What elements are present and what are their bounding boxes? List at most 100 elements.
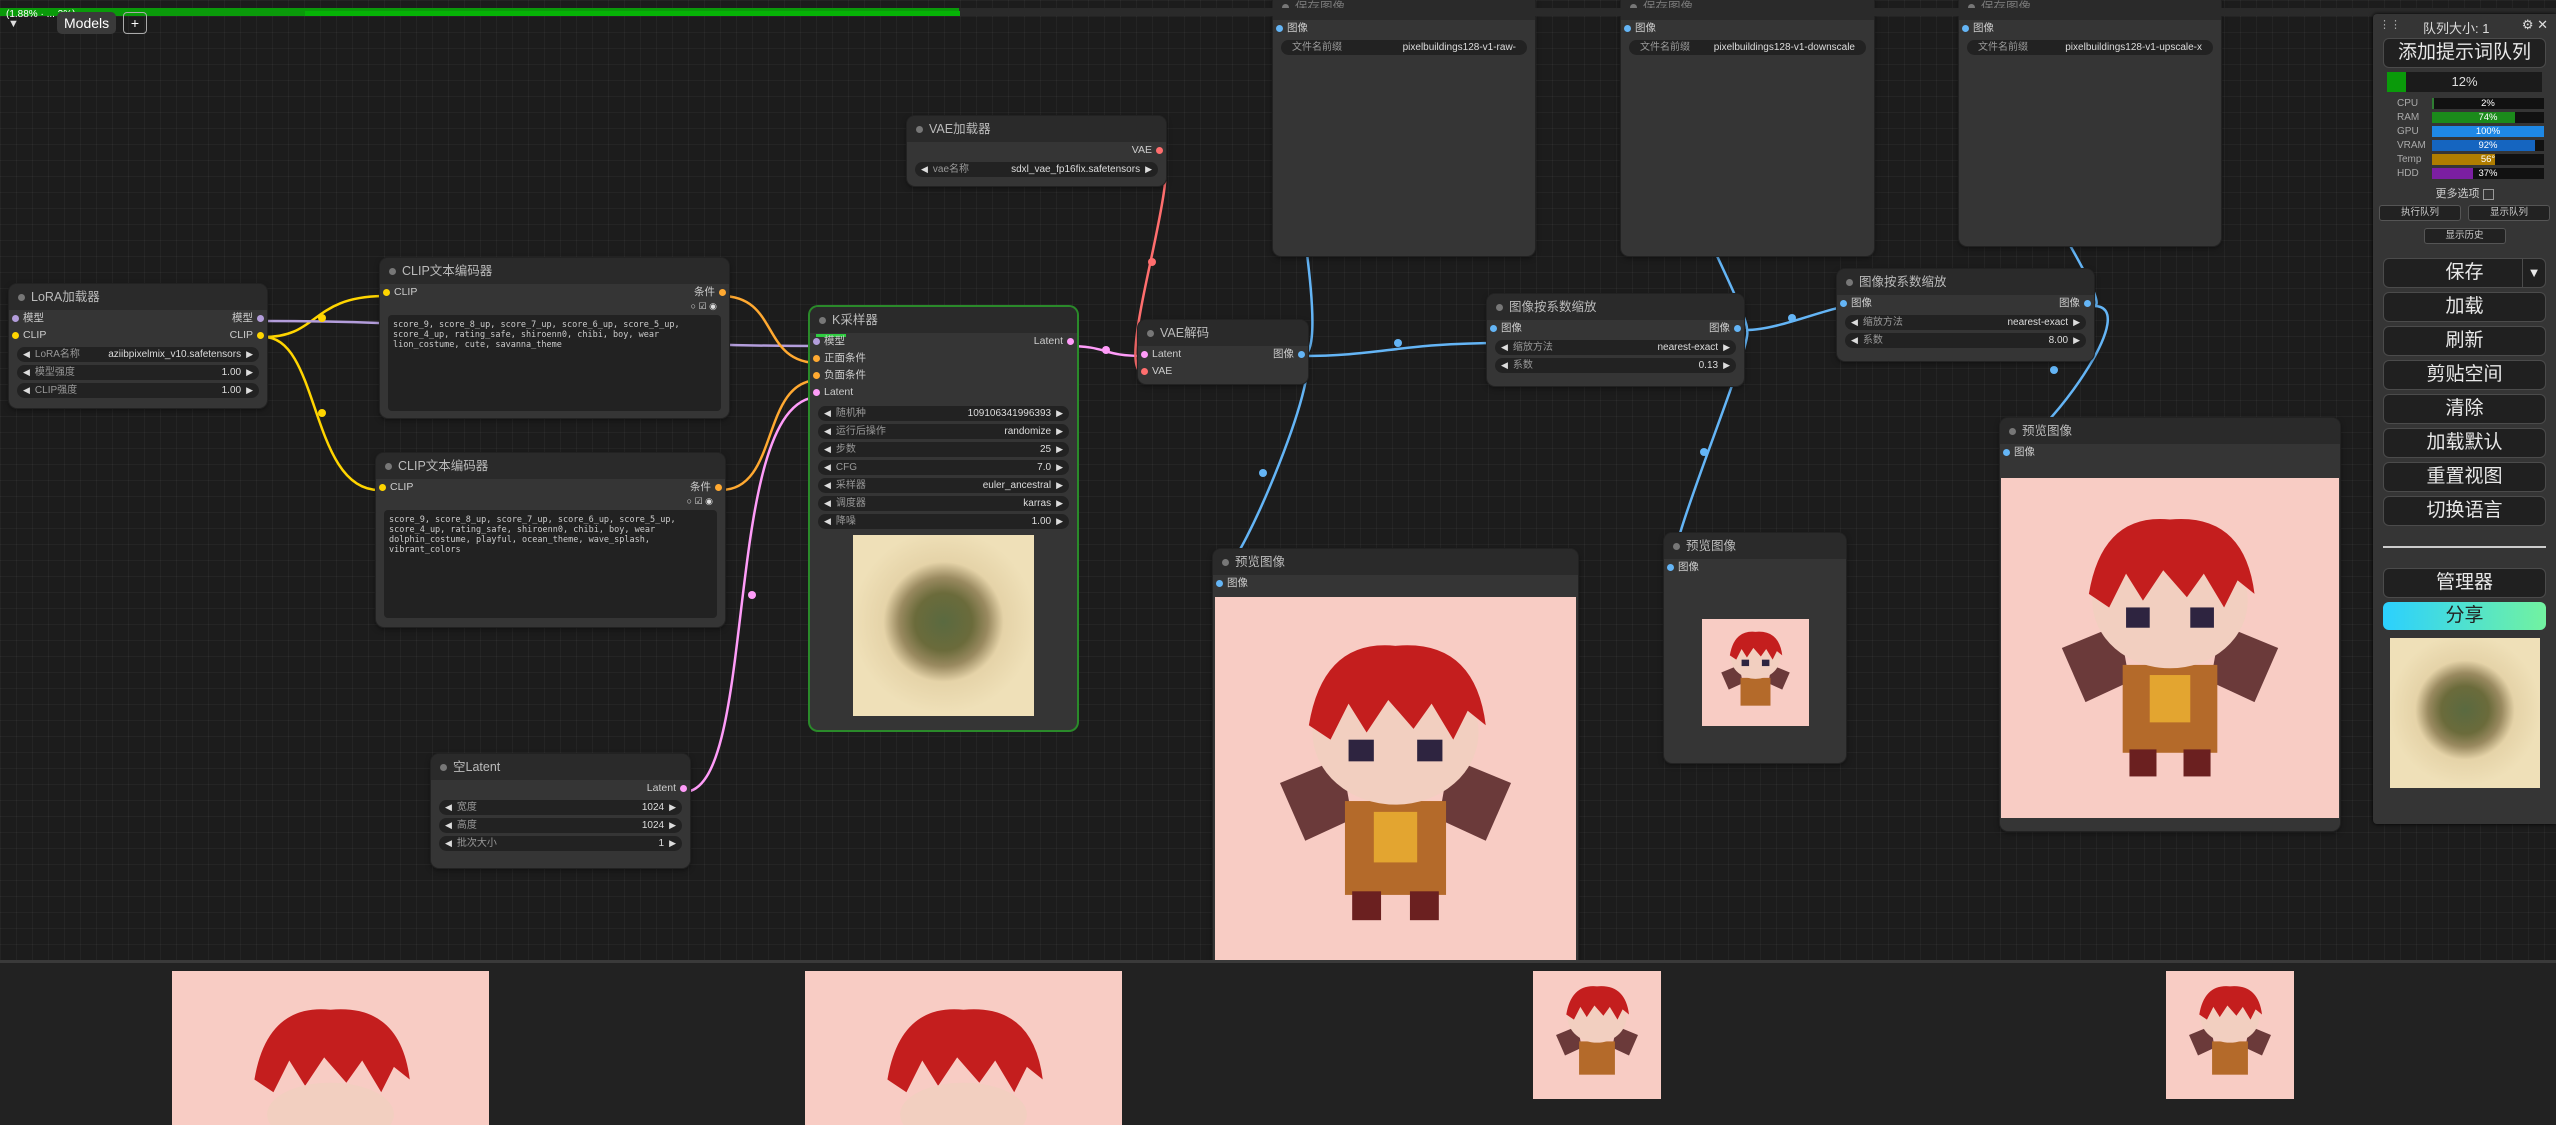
right-arrow-icon[interactable]: ▶ — [1723, 358, 1730, 373]
widget-nodes-ksampler-widgets-0[interactable]: ◀ 随机种 109106341996393 ▶ — [818, 406, 1069, 421]
left-arrow-icon[interactable]: ◀ — [824, 460, 831, 475]
right-arrow-icon[interactable]: ▶ — [246, 347, 253, 362]
node-title[interactable]: CLIP文本编码器 — [380, 258, 729, 284]
drag-handle-icon[interactable]: ⋮⋮ — [2379, 18, 2401, 31]
widget-nodes-scale1-widgets-1[interactable]: ◀ 系数 0.13 ▶ — [1495, 358, 1736, 373]
widget-nodes-scale1-widgets-0[interactable]: ◀ 缩放方法 nearest-exact ▶ — [1495, 340, 1736, 355]
node-title[interactable]: 预览图像 — [2000, 418, 2340, 444]
clip-text-encode-positive-node[interactable]: CLIP文本编码器 CLIP 条件 ○ ☑ ◉ score_9, score_8… — [380, 258, 729, 418]
right-arrow-icon[interactable]: ▶ — [669, 818, 676, 833]
input-image[interactable]: 图像 — [1664, 559, 1846, 576]
refresh-button[interactable]: 刷新 — [2383, 326, 2546, 356]
right-arrow-icon[interactable]: ▶ — [1056, 460, 1063, 475]
lora-loader-node[interactable]: LoRA加载器 模型 CLIP 模型 CLIP ◀ LoRA名称 aziibpixe… — [9, 284, 267, 408]
slot-dot[interactable] — [1490, 325, 1497, 332]
node-title[interactable]: 空Latent — [431, 754, 690, 780]
left-arrow-icon[interactable]: ◀ — [921, 162, 928, 177]
node-title[interactable]: VAE加载器 — [907, 116, 1166, 142]
slot-dot[interactable] — [680, 785, 687, 792]
left-arrow-icon[interactable]: ◀ — [445, 836, 452, 851]
left-arrow-icon[interactable]: ◀ — [824, 406, 831, 421]
right-arrow-icon[interactable]: ▶ — [1056, 424, 1063, 439]
right-arrow-icon[interactable]: ▶ — [1145, 162, 1152, 177]
left-arrow-icon[interactable]: ◀ — [23, 383, 30, 398]
input-image[interactable]: 图像 — [1837, 295, 1872, 312]
plus-square-icon[interactable]: + — [123, 12, 147, 34]
load-default-button[interactable]: 加载默认 — [2383, 428, 2546, 458]
slot-dot[interactable] — [1216, 580, 1223, 587]
menu-chevron-icon[interactable]: ▼ — [8, 18, 19, 30]
slot-dot[interactable] — [1298, 351, 1305, 358]
slot-dot[interactable] — [719, 289, 726, 296]
ksampler-node[interactable]: K采样器 模型 正面条件 负面条件 Latent Latent ◀ 随机种 1091… — [810, 307, 1077, 730]
vae-decode-node[interactable]: VAE解码 Latent VAE 图像 — [1138, 320, 1308, 384]
save-image-node-raw[interactable]: 保存图像 图像 文件名前缀 pixelbuildings128-v1-raw- — [1273, 0, 1535, 256]
slot-dot[interactable] — [813, 372, 820, 379]
prompt-textarea[interactable]: score_9, score_8_up, score_7_up, score_6… — [388, 315, 721, 411]
widget-nodes-ksampler-widgets-4[interactable]: ◀ 采样器 euler_ancestral ▶ — [818, 478, 1069, 493]
right-arrow-icon[interactable]: ▶ — [1056, 514, 1063, 529]
right-arrow-icon[interactable]: ▶ — [2073, 333, 2080, 348]
input-latent[interactable]: Latent — [1138, 346, 1181, 363]
node-title[interactable]: 图像按系数缩放 — [1837, 269, 2094, 295]
slot-dot[interactable] — [2003, 449, 2010, 456]
widget-nodes-ksampler-widgets-1[interactable]: ◀ 运行后操作 randomize ▶ — [818, 424, 1069, 439]
left-arrow-icon[interactable]: ◀ — [1851, 315, 1858, 330]
clipspace-button[interactable]: 剪贴空间 — [2383, 360, 2546, 390]
left-arrow-icon[interactable]: ◀ — [824, 442, 831, 457]
widget-nodes-ksampler-widgets-3[interactable]: ◀ CFG 7.0 ▶ — [818, 460, 1069, 475]
input-clip[interactable]: CLIP — [380, 284, 417, 301]
output-conditioning[interactable]: 条件 — [694, 284, 729, 301]
filename-prefix-text[interactable]: 文件名前缀 pixelbuildings128-v1-downscale — [1629, 40, 1866, 55]
preview-image-node-2[interactable]: 预览图像 图像 — [1664, 533, 1846, 763]
output-image[interactable]: 图像 — [1709, 320, 1744, 337]
filename-prefix-text[interactable]: 文件名前缀 pixelbuildings128-v1-upscale-x — [1967, 40, 2213, 55]
checkbox[interactable] — [2482, 188, 2494, 200]
right-arrow-icon[interactable]: ▶ — [1723, 340, 1730, 355]
left-arrow-icon[interactable]: ◀ — [824, 496, 831, 511]
clear-button[interactable]: 清除 — [2383, 394, 2546, 424]
view-history-button[interactable]: 显示历史 — [2423, 228, 2506, 244]
vae-name-combo[interactable]: ◀ vae名称 sdxl_vae_fp16fix.safetensors ▶ — [915, 162, 1158, 177]
widget-nodes-empty_latent-widgets-2[interactable]: ◀ 批次大小 1 ▶ — [439, 836, 682, 851]
queue-prompt-button[interactable]: 添加提示词队列 — [2383, 38, 2546, 68]
gallery-thumbnail[interactable] — [1533, 971, 1661, 1099]
preview-image-node-1[interactable]: 预览图像 图像 — [1213, 549, 1578, 960]
input-latent[interactable]: Latent — [810, 384, 853, 401]
reset-view-button[interactable]: 重置视图 — [2383, 462, 2546, 492]
right-arrow-icon[interactable]: ▶ — [1056, 406, 1063, 421]
slot-dot[interactable] — [257, 315, 264, 322]
save-image-node-upscale[interactable]: 保存图像 图像 文件名前缀 pixelbuildings128-v1-upscal… — [1959, 0, 2221, 246]
left-arrow-icon[interactable]: ◀ — [1501, 340, 1508, 355]
left-arrow-icon[interactable]: ◀ — [824, 478, 831, 493]
save-workflow-button[interactable]: 保存 ▼ — [2383, 258, 2546, 288]
left-arrow-icon[interactable]: ◀ — [824, 514, 831, 529]
image-scale-by-node-1[interactable]: 图像按系数缩放 图像 图像 ◀ 缩放方法 nearest-exact ▶ ◀ 系数 0.13… — [1487, 294, 1744, 386]
right-arrow-icon[interactable]: ▶ — [1056, 496, 1063, 511]
node-title[interactable]: K采样器 — [810, 307, 1077, 333]
filename-prefix-text[interactable]: 文件名前缀 pixelbuildings128-v1-raw- — [1281, 40, 1527, 55]
right-arrow-icon[interactable]: ▶ — [1056, 442, 1063, 457]
clip-text-encode-negative-node[interactable]: CLIP文本编码器 CLIP 条件 ○ ☑ ◉ score_9, score_8… — [376, 453, 725, 627]
widget-nodes-empty_latent-widgets-1[interactable]: ◀ 高度 1024 ▶ — [439, 818, 682, 833]
slot-dot[interactable] — [257, 332, 264, 339]
vae-loader-node[interactable]: VAE加载器 VAE ◀ vae名称 sdxl_vae_fp16fix.safete… — [907, 116, 1166, 186]
node-title[interactable]: CLIP文本编码器 — [376, 453, 725, 479]
widget-nodes-scale2-widgets-1[interactable]: ◀ 系数 8.00 ▶ — [1845, 333, 2086, 348]
share-button[interactable]: 分享 — [2383, 602, 2546, 630]
input-clip[interactable]: CLIP — [9, 327, 143, 344]
left-arrow-icon[interactable]: ◀ — [824, 424, 831, 439]
prompt-textarea[interactable]: score_9, score_8_up, score_7_up, score_6… — [384, 510, 717, 618]
chevron-down-icon[interactable]: ▼ — [2522, 259, 2545, 287]
widget-nodes-ksampler-widgets-5[interactable]: ◀ 调度器 karras ▶ — [818, 496, 1069, 511]
slot-dot[interactable] — [813, 355, 820, 362]
node-title[interactable]: 预览图像 — [1664, 533, 1846, 559]
node-title[interactable]: 预览图像 — [1213, 549, 1578, 575]
right-arrow-icon[interactable]: ▶ — [246, 365, 253, 380]
slot-dot[interactable] — [1141, 368, 1148, 375]
output-image[interactable]: 图像 — [1273, 346, 1308, 363]
slot-dot[interactable] — [715, 484, 722, 491]
empty-latent-node[interactable]: 空Latent Latent ◀ 宽度 1024 ▶ ◀ 高度 1024 ▶ ◀ 批次大小 1 ▶ — [431, 754, 690, 868]
left-arrow-icon[interactable]: ◀ — [23, 365, 30, 380]
lora-name-combo[interactable]: ◀ LoRA名称 aziibpixelmix_v10.safetensors ▶ — [17, 347, 259, 362]
